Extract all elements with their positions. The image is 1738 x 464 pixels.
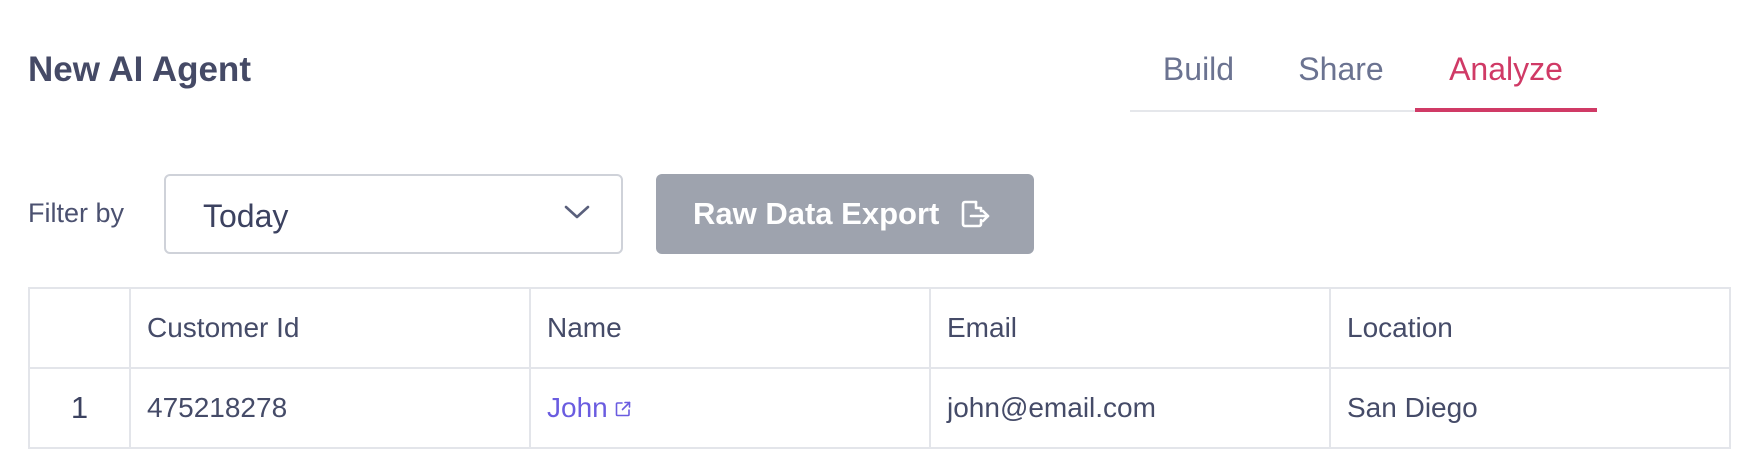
filter-selected-value: Today — [203, 198, 289, 234]
external-link-icon — [614, 393, 632, 417]
column-header-index — [28, 287, 131, 369]
cell-name: John — [529, 367, 931, 449]
filter-label: Filter by — [28, 198, 125, 228]
export-icon — [957, 197, 991, 231]
column-header-location[interactable]: Location — [1329, 287, 1731, 369]
cell-location: San Diego — [1329, 367, 1731, 449]
raw-data-export-label: Raw Data Export — [693, 196, 940, 231]
table-header-row: Customer Id Name Email Location — [28, 287, 1731, 369]
column-header-name[interactable]: Name — [529, 287, 931, 369]
customer-name-text: John — [547, 392, 608, 423]
tab-build[interactable]: Build — [1130, 38, 1267, 110]
tab-bar: Build Share Analyze — [1130, 38, 1597, 112]
data-table: Customer Id Name Email Location 1 475218… — [28, 287, 1731, 449]
column-header-email[interactable]: Email — [929, 287, 1331, 369]
cell-email: john@email.com — [929, 367, 1331, 449]
customer-name-link[interactable]: John — [547, 392, 632, 423]
tab-share[interactable]: Share — [1267, 38, 1415, 110]
filter-select[interactable]: Today — [164, 174, 623, 254]
cell-customer-id: 475218278 — [129, 367, 531, 449]
tab-analyze[interactable]: Analyze — [1415, 38, 1597, 112]
raw-data-export-button[interactable]: Raw Data Export — [656, 174, 1034, 254]
page-title: New AI Agent — [28, 50, 251, 89]
row-index: 1 — [28, 367, 131, 449]
column-header-customer-id[interactable]: Customer Id — [129, 287, 531, 369]
chevron-down-icon — [563, 203, 591, 221]
table-row: 1 475218278 John john@email.com San Dieg… — [28, 367, 1731, 449]
